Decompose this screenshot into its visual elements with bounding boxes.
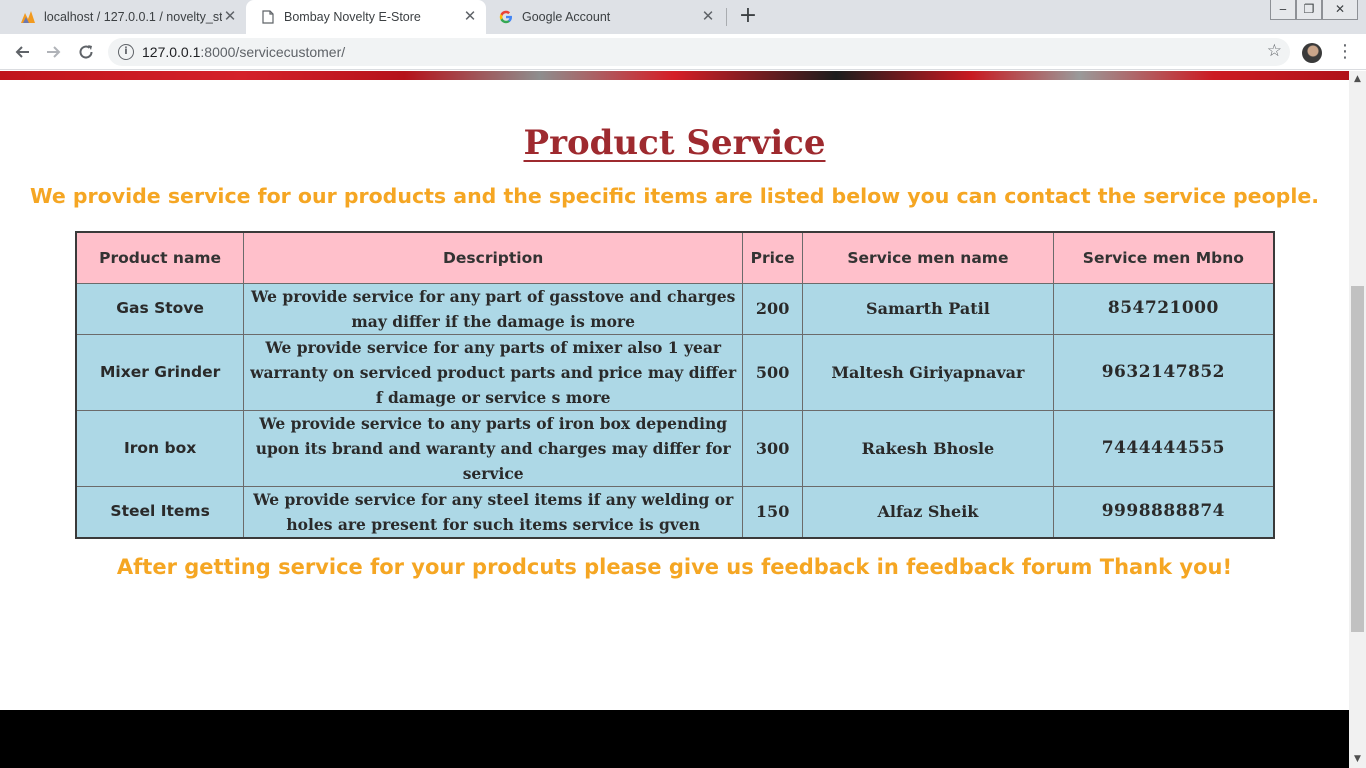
page-title: Product Service [523, 123, 826, 163]
back-arrow-icon[interactable] [10, 40, 34, 64]
feedback-note: After getting service for your prodcuts … [116, 555, 1233, 579]
header-price: Price [742, 231, 804, 284]
header-service-men-mbno: Service men Mbno [1052, 231, 1275, 284]
menu-dots-icon[interactable]: ⋮ [1336, 40, 1354, 64]
bookmark-star-icon[interactable]: ☆ [1267, 41, 1282, 61]
phpmyadmin-icon [20, 9, 36, 25]
header-product-name: Product name [75, 231, 245, 284]
scroll-up-icon[interactable]: ▲ [1349, 71, 1366, 88]
close-icon[interactable]: ✕ [462, 9, 478, 25]
cell-mbno: 9998888874 [1052, 485, 1275, 538]
cell-service-name: Samarth Patil [802, 282, 1054, 335]
cell-product: Steel Items [75, 485, 245, 538]
new-tab-icon[interactable]: + [737, 5, 759, 28]
intro-text: We provide service for our products and … [29, 184, 1320, 208]
banner-image [0, 71, 1349, 80]
header-service-men-name: Service men name [802, 231, 1054, 284]
url-path: :8000/servicecustomer/ [200, 44, 346, 60]
table-row: Gas Stove We provide service for any par… [75, 282, 1275, 335]
tab-separator [726, 8, 727, 26]
table-header-row: Product name Description Price Service m… [75, 231, 1275, 284]
close-icon[interactable]: ✕ [700, 9, 716, 25]
cell-description: We provide service to any parts of iron … [243, 409, 744, 487]
document-icon [260, 9, 276, 25]
close-icon[interactable]: ✕ [222, 9, 238, 25]
page-viewport: Product Service We provide service for o… [0, 71, 1349, 768]
forward-arrow-icon[interactable] [42, 40, 66, 64]
cell-product: Gas Stove [75, 282, 245, 335]
google-icon [498, 9, 514, 25]
tab-title: Bombay Novelty E-Store [284, 10, 421, 24]
tab-title: Google Account [522, 10, 611, 24]
browser-toolbar: i 127.0.0.1:8000/servicecustomer/ ☆ [0, 34, 1366, 70]
tab-strip: localhost / 127.0.0.1 / novelty_sto ✕ Bo… [0, 0, 1366, 34]
profile-avatar[interactable] [1302, 43, 1322, 63]
table-row: Steel Items We provide service for any s… [75, 485, 1275, 538]
cell-mbno: 854721000 [1052, 282, 1275, 335]
info-icon[interactable]: i [118, 44, 134, 60]
restore-icon[interactable]: ❐ [1296, 0, 1322, 20]
cell-price: 300 [742, 409, 804, 487]
cell-price: 150 [742, 485, 804, 538]
vertical-scrollbar[interactable]: ▲ ▼ [1349, 71, 1366, 768]
cell-service-name: Maltesh Giriyapnavar [802, 333, 1054, 411]
tab-title: localhost / 127.0.0.1 / novelty_sto [44, 10, 222, 24]
cell-description: We provide service for any steel items i… [243, 485, 744, 538]
scroll-thumb[interactable] [1351, 286, 1364, 632]
cell-price: 500 [742, 333, 804, 411]
footer [0, 710, 1349, 768]
cell-description: We provide service for any part of gasst… [243, 282, 744, 335]
cell-mbno: 7444444555 [1052, 409, 1275, 487]
url-text[interactable]: 127.0.0.1:8000/servicecustomer/ [142, 44, 345, 60]
cell-price: 200 [742, 282, 804, 335]
table-row: Iron box We provide service to any parts… [75, 409, 1275, 487]
url-host: 127.0.0.1 [142, 44, 201, 60]
tab-phpmyadmin[interactable]: localhost / 127.0.0.1 / novelty_sto ✕ [16, 0, 244, 34]
table-row: Mixer Grinder We provide service for any… [75, 333, 1275, 411]
cell-product: Iron box [75, 409, 245, 487]
header-description: Description [243, 231, 744, 284]
cell-service-name: Alfaz Sheik [802, 485, 1054, 538]
reload-icon[interactable] [74, 40, 98, 64]
tab-google-account[interactable]: Google Account ✕ [488, 0, 724, 34]
tab-bombay-novelty[interactable]: Bombay Novelty E-Store ✕ [246, 0, 486, 34]
cell-mbno: 9632147852 [1052, 333, 1275, 411]
address-bar[interactable]: i 127.0.0.1:8000/servicecustomer/ ☆ [108, 38, 1290, 66]
window-close-icon[interactable]: ✕ [1322, 0, 1358, 20]
scroll-down-icon[interactable]: ▼ [1349, 751, 1366, 768]
cell-product: Mixer Grinder [75, 333, 245, 411]
cell-description: We provide service for any parts of mixe… [243, 333, 744, 411]
minimize-icon[interactable]: ‒ [1270, 0, 1296, 20]
cell-service-name: Rakesh Bhosle [802, 409, 1054, 487]
service-table: Product name Description Price Service m… [75, 231, 1275, 539]
